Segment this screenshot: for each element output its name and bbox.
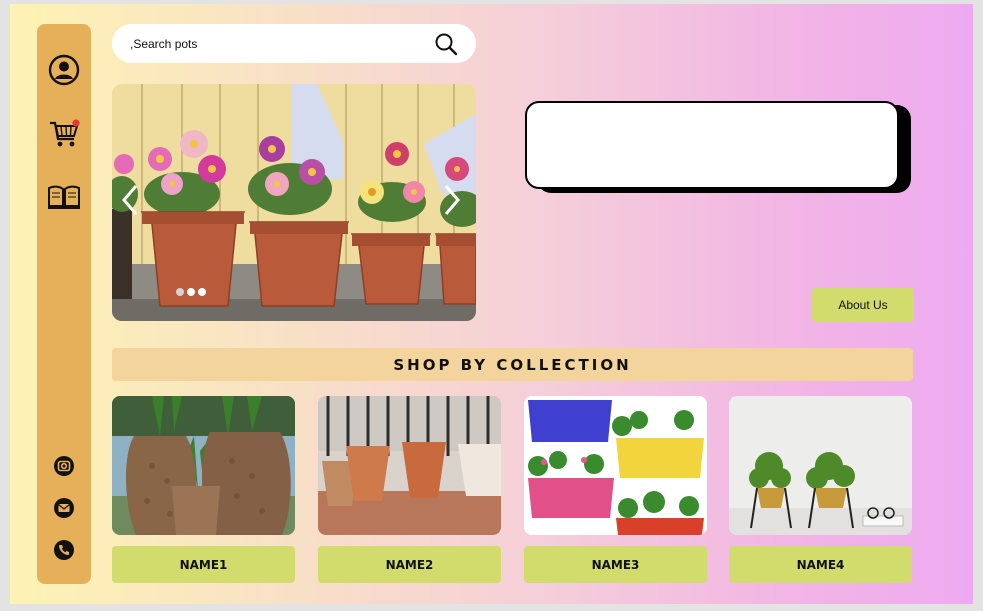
user-icon[interactable] bbox=[37, 54, 91, 86]
product-image-3[interactable] bbox=[524, 396, 707, 535]
phone-icon[interactable] bbox=[37, 539, 91, 561]
search-icon[interactable] bbox=[434, 32, 458, 56]
product-name-button-2[interactable]: NAME2 bbox=[318, 546, 501, 583]
camera-icon[interactable] bbox=[37, 455, 91, 477]
collection-heading: SHOP BY COLLECTION bbox=[112, 348, 913, 381]
hero-image bbox=[112, 84, 476, 321]
book-icon[interactable] bbox=[37, 184, 91, 210]
cart-icon[interactable] bbox=[37, 119, 91, 149]
product-name-button-1[interactable]: NAME1 bbox=[112, 546, 295, 583]
carousel-dot[interactable] bbox=[187, 288, 195, 296]
hero-carousel bbox=[112, 84, 476, 321]
search-input[interactable] bbox=[130, 33, 420, 55]
product-image-4[interactable] bbox=[729, 396, 912, 535]
cart-badge bbox=[72, 119, 80, 127]
product-image-1[interactable] bbox=[112, 396, 295, 535]
chevron-left-icon[interactable] bbox=[120, 184, 146, 220]
banner-box bbox=[525, 101, 899, 189]
search-bar bbox=[112, 24, 476, 63]
app-frame: About Us SHOP BY COLLECTION bbox=[10, 4, 973, 604]
carousel-dot[interactable] bbox=[176, 288, 184, 296]
sidebar bbox=[37, 24, 91, 584]
product-image-2[interactable] bbox=[318, 396, 501, 535]
carousel-dot[interactable] bbox=[198, 288, 206, 296]
carousel-dots bbox=[176, 288, 206, 296]
about-us-button[interactable]: About Us bbox=[812, 288, 914, 322]
chevron-right-icon[interactable] bbox=[442, 184, 468, 220]
mail-icon[interactable] bbox=[37, 497, 91, 519]
product-name-button-4[interactable]: NAME4 bbox=[729, 546, 912, 583]
product-name-button-3[interactable]: NAME3 bbox=[524, 546, 707, 583]
